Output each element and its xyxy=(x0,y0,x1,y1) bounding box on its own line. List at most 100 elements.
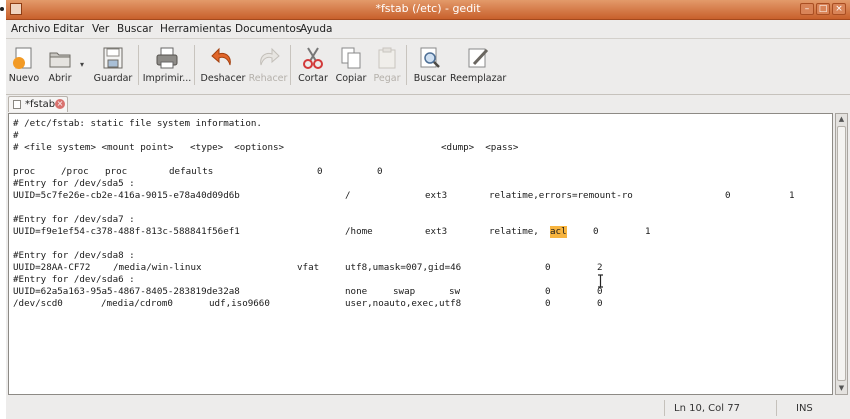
menu-herramientas[interactable]: Herramientas xyxy=(160,22,232,36)
field-options: relatime,errors=remount-ro xyxy=(489,190,633,201)
document-icon xyxy=(13,100,21,109)
undo-button[interactable]: Deshacer xyxy=(198,43,248,89)
open-recent-dropdown[interactable]: ▾ xyxy=(78,43,90,89)
window-title: *fstab (/etc) - gedit xyxy=(375,2,481,15)
field-type: proc xyxy=(105,166,128,177)
title-bar[interactable]: *fstab (/etc) - gedit – □ × xyxy=(6,0,850,20)
new-label: Nuevo xyxy=(8,73,40,84)
menu-documentos[interactable]: Documentos xyxy=(235,22,301,36)
scissors-icon xyxy=(303,47,323,69)
field-dump: 0 xyxy=(593,226,599,237)
toolbar-separator xyxy=(290,45,291,85)
field-mount: /proc xyxy=(61,166,89,177)
field-options: sw xyxy=(449,286,461,297)
vertical-scrollbar[interactable]: ▲ ▼ xyxy=(835,113,848,395)
gedit-window: *fstab (/etc) - gedit – □ × Archivo Edit… xyxy=(6,0,850,419)
open-button[interactable]: Abrir xyxy=(42,43,78,89)
bullet-dot xyxy=(0,7,4,11)
minimize-button[interactable]: – xyxy=(800,3,814,15)
find-button[interactable]: Buscar xyxy=(410,43,450,89)
replace-button[interactable]: Reemplazar xyxy=(450,43,506,89)
field-pass: 2 xyxy=(597,262,603,273)
field-fs: /dev/scd0 xyxy=(13,298,63,309)
insert-mode: INS xyxy=(796,403,813,414)
field-fs: proc xyxy=(13,166,36,177)
menu-editar[interactable]: Editar xyxy=(53,22,84,36)
menu-buscar[interactable]: Buscar xyxy=(117,22,153,36)
status-bar: Ln 10, Col 77 INS xyxy=(6,398,850,419)
save-button[interactable]: Guardar xyxy=(90,43,136,89)
scroll-up-icon[interactable]: ▲ xyxy=(836,114,847,125)
print-button[interactable]: Imprimir... xyxy=(142,43,192,89)
field-options: utf8,umask=007,gid=46 xyxy=(345,262,462,273)
field-dump: 0 xyxy=(725,190,731,201)
field-fs: UUID=5c7fe26e-cb2e-416a-9015-e78a40d09d6… xyxy=(13,190,240,201)
status-divider xyxy=(664,400,665,416)
toolbar-separator xyxy=(194,45,195,85)
field-dump: 0 xyxy=(545,262,551,273)
scroll-down-icon[interactable]: ▼ xyxy=(836,383,847,394)
field-dump: 0 xyxy=(545,298,551,309)
field-pass: 1 xyxy=(645,226,651,237)
copy-button[interactable]: Copiar xyxy=(332,43,370,89)
field-options: relatime, xyxy=(489,226,539,237)
menu-ayuda[interactable]: Ayuda xyxy=(300,22,332,36)
field-options: user,noauto,exec,utf8 xyxy=(345,298,462,309)
field-fs: UUID=62a5a163-95a5-4867-8405-283819de32a… xyxy=(13,286,240,297)
close-window-button[interactable]: × xyxy=(832,3,846,15)
redo-button[interactable]: Rehacer xyxy=(248,43,288,89)
print-label: Imprimir... xyxy=(142,73,192,84)
tab-bar: *fstab × xyxy=(6,94,850,112)
menu-bar: Archivo Editar Ver Buscar Herramientas D… xyxy=(6,20,850,37)
status-divider xyxy=(776,400,777,416)
line-text: #Entry for /dev/sda5 : xyxy=(13,178,135,189)
text-editor[interactable]: # /etc/fstab: static file system informa… xyxy=(8,113,833,395)
open-folder-icon xyxy=(49,52,71,68)
field-fs: UUID=28AA-CF72 xyxy=(13,262,91,273)
line-text: # xyxy=(13,130,19,141)
undo-icon xyxy=(211,47,231,66)
field-dump: 0 xyxy=(545,286,551,297)
line-text: <dump> <pass> xyxy=(441,142,519,153)
close-tab-icon[interactable]: × xyxy=(55,99,65,109)
tab-fstab[interactable]: *fstab × xyxy=(8,96,68,112)
save-icon xyxy=(103,47,123,69)
field-pass: 0 xyxy=(597,298,603,309)
new-button[interactable]: Nuevo xyxy=(6,43,42,89)
redo-icon xyxy=(260,47,280,66)
cursor-position: Ln 10, Col 77 xyxy=(674,403,740,414)
line-text: #Entry for /dev/sda7 : xyxy=(13,214,135,225)
field-mount: / xyxy=(345,190,351,201)
copy-label: Copiar xyxy=(335,73,367,84)
field-pass: 1 xyxy=(789,190,795,201)
field-mount: none xyxy=(345,286,368,297)
toolbar-separator xyxy=(138,45,139,85)
copy-icon xyxy=(341,47,361,69)
new-document-icon xyxy=(13,47,32,69)
field-type: swap xyxy=(393,286,416,297)
line-text: # <file system> <mount point> <type> <op… xyxy=(13,142,285,153)
redo-label: Rehacer xyxy=(248,73,288,84)
undo-label: Deshacer xyxy=(200,73,246,84)
tab-label: *fstab xyxy=(25,99,56,110)
menu-archivo[interactable]: Archivo xyxy=(11,22,50,36)
field-options: defaults xyxy=(169,166,214,177)
field-mount: /media/win-linux xyxy=(113,262,202,273)
paste-label: Pegar xyxy=(373,73,401,84)
field-mount: /home xyxy=(345,226,373,237)
replace-icon xyxy=(468,48,489,68)
chevron-down-icon: ▾ xyxy=(80,60,85,69)
field-mount: /media/cdrom0 xyxy=(101,298,173,309)
maximize-button[interactable]: □ xyxy=(816,3,830,15)
scrollbar-thumb[interactable] xyxy=(837,126,846,381)
text-cursor-icon xyxy=(598,274,603,288)
printer-icon xyxy=(156,47,178,69)
find-icon xyxy=(420,47,440,68)
replace-label: Reemplazar xyxy=(450,73,507,84)
toolbar-separator xyxy=(406,45,407,85)
field-fs: UUID=f9e1ef54-c378-488f-813c-588841f56ef… xyxy=(13,226,240,237)
paste-button[interactable]: Pegar xyxy=(370,43,404,89)
menu-ver[interactable]: Ver xyxy=(92,22,109,36)
cut-button[interactable]: Cortar xyxy=(294,43,332,89)
line-text: #Entry for /dev/sda8 : xyxy=(13,250,135,261)
